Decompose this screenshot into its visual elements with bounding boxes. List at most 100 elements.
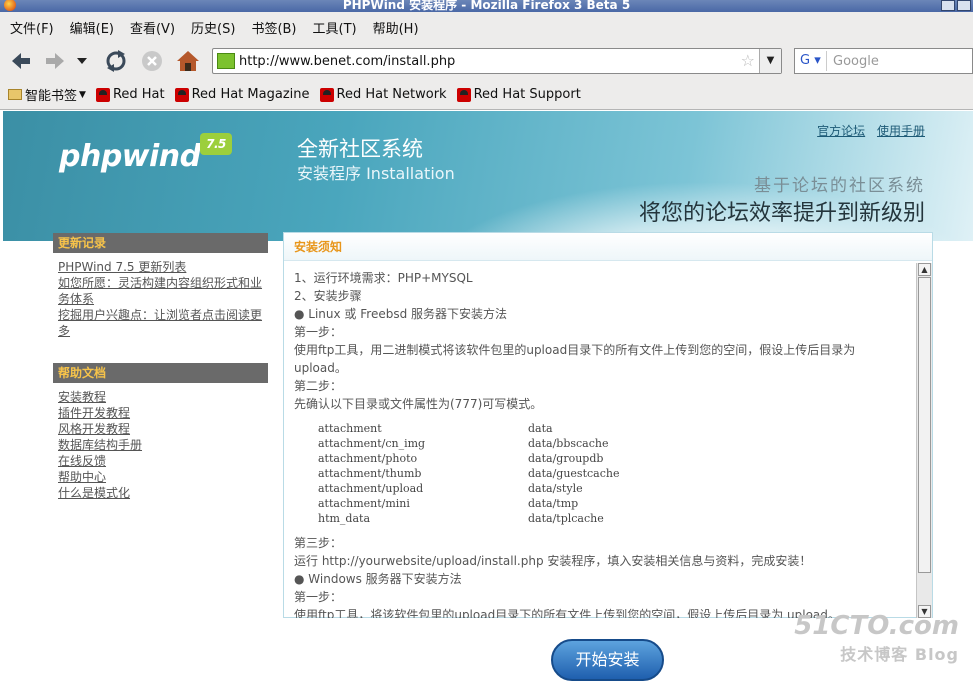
- menu-view[interactable]: 查看(V): [130, 18, 175, 37]
- update-link[interactable]: PHPWind 7.5 更新列表: [58, 260, 186, 274]
- notice-line: ● Windows 服务器下安装方法: [294, 572, 462, 586]
- banner-title: 全新社区系统: [297, 137, 423, 161]
- install-notice-text[interactable]: 1、运行环境需求：PHP+MYSQL 2、安装步骤 ● Linux 或 Free…: [284, 263, 916, 618]
- user-manual-link[interactable]: 使用手册: [877, 124, 925, 138]
- notice-line: 运行 http://yourwebsite/upload/install.php…: [294, 554, 812, 568]
- help-link[interactable]: 插件开发教程: [58, 406, 130, 420]
- notice-line: upload。: [294, 361, 347, 375]
- table-row: attachment/thumb data/guestcache: [318, 467, 620, 480]
- list-item: 安装教程: [58, 389, 268, 405]
- reload-button[interactable]: [103, 48, 129, 74]
- table-row: attachment/photo data/groupdb: [318, 452, 604, 465]
- table-row: attachment/mini data/tmp: [318, 497, 579, 510]
- menu-file[interactable]: 文件(F): [10, 18, 54, 37]
- bookmark-smart[interactable]: 智能书签 ▼: [8, 85, 86, 104]
- red-hat-icon: [319, 87, 334, 102]
- update-link[interactable]: 如您所愿：灵活构建内容组织形式和业务体系: [58, 276, 262, 306]
- banner-slogan-small: 基于论坛的社区系统: [754, 176, 925, 196]
- site-identity-icon[interactable]: [217, 53, 235, 69]
- bookmark-red-hat-support[interactable]: Red Hat Support: [456, 87, 581, 102]
- help-link[interactable]: 安装教程: [58, 390, 106, 404]
- search-engine-selector[interactable]: G ▾: [797, 51, 827, 71]
- scrollbar-thumb[interactable]: [918, 277, 931, 573]
- list-item: 在线反馈: [58, 453, 268, 469]
- bookmark-label: Red Hat Magazine: [191, 87, 310, 102]
- back-button[interactable]: [8, 48, 34, 74]
- notice-line: 1、运行环境需求：PHP+MYSQL: [294, 271, 473, 285]
- menu-edit[interactable]: 编辑(E): [70, 18, 114, 37]
- menu-help[interactable]: 帮助(H): [373, 18, 419, 37]
- bookmark-red-hat[interactable]: Red Hat: [95, 87, 165, 102]
- red-hat-icon: [174, 87, 189, 102]
- watermark: 51CTO.com 技术博客 Blog: [794, 611, 959, 664]
- help-link[interactable]: 在线反馈: [58, 454, 106, 468]
- menu-history[interactable]: 历史(S): [191, 18, 235, 37]
- help-link[interactable]: 风格开发教程: [58, 422, 130, 436]
- bookmark-label: Red Hat: [112, 87, 165, 102]
- forward-arrow-icon: [46, 53, 64, 69]
- menu-bar: 文件(F) 编辑(E) 查看(V) 历史(S) 书签(B) 工具(T) 帮助(H…: [0, 12, 973, 42]
- notice-line: 2、安装步骤: [294, 289, 362, 303]
- list-item: 挖掘用户兴趣点：让浏览者点击阅读更多: [58, 307, 268, 339]
- scroll-up-arrow-icon[interactable]: ▲: [918, 263, 931, 276]
- bookmark-label: 智能书签: [25, 89, 78, 104]
- search-input[interactable]: [833, 52, 968, 70]
- menu-tools[interactable]: 工具(T): [313, 18, 357, 37]
- bookmarks-toolbar: 智能书签 ▼ Red Hat Red Hat Magazine Red Hat N…: [0, 80, 973, 110]
- start-install-button[interactable]: 开始安装: [551, 639, 664, 681]
- install-notice-title: 安装须知: [284, 233, 932, 261]
- chevron-down-icon: [77, 58, 87, 64]
- notice-line: 第二步：: [294, 379, 343, 393]
- chevron-down-icon: ▼: [79, 89, 86, 100]
- notice-line: 第一步：: [294, 590, 343, 604]
- bookmark-label: Red Hat Support: [473, 87, 581, 102]
- url-bar[interactable]: ☆ ▼: [212, 48, 782, 74]
- help-link[interactable]: 帮助中心: [58, 470, 106, 484]
- notice-line: 第一步：: [294, 325, 343, 339]
- table-row: attachment data: [318, 422, 553, 435]
- official-forum-link[interactable]: 官方论坛: [817, 124, 865, 138]
- maximize-button[interactable]: [957, 0, 971, 11]
- bookmark-star-icon[interactable]: ☆: [741, 52, 755, 70]
- update-link[interactable]: 挖掘用户兴趣点：让浏览者点击阅读更多: [58, 308, 262, 338]
- sidebar-updates: 更新记录 PHPWind 7.5 更新列表 如您所愿：灵活构建内容组织形式和业务…: [53, 233, 268, 339]
- back-arrow-icon: [12, 53, 30, 69]
- banner-subtitle: 安装程序 Installation: [297, 164, 455, 183]
- sidebar-updates-title: 更新记录: [53, 233, 268, 253]
- home-button[interactable]: [175, 48, 201, 74]
- stop-icon: [142, 51, 162, 71]
- search-box[interactable]: G ▾: [794, 48, 973, 74]
- writable-dirs-table: attachment data attachment/cn_img data/bbs…: [318, 421, 738, 526]
- notice-line: 使用ftp工具，用二进制模式将该软件包里的upload目录下的所有文件上传到您的…: [294, 343, 856, 357]
- install-notice-panel: 安装须知 1、运行环境需求：PHP+MYSQL 2、安装步骤 ● Linux 或…: [283, 232, 933, 618]
- menu-bookmarks[interactable]: 书签(B): [251, 18, 296, 37]
- help-link[interactable]: 什么是模式化: [58, 486, 130, 500]
- list-item: 插件开发教程: [58, 405, 268, 421]
- bookmark-red-hat-network[interactable]: Red Hat Network: [319, 87, 447, 102]
- forward-button[interactable]: [42, 48, 68, 74]
- url-history-dropdown[interactable]: ▼: [759, 49, 781, 73]
- url-input[interactable]: [239, 52, 729, 70]
- list-item: 风格开发教程: [58, 421, 268, 437]
- google-icon: G: [800, 53, 811, 68]
- reload-icon: [106, 50, 126, 72]
- page-content: phpwind 7.5 全新社区系统 安装程序 Installation 官方论…: [3, 111, 973, 682]
- folder-icon: [8, 89, 22, 100]
- bookmark-red-hat-magazine[interactable]: Red Hat Magazine: [174, 87, 310, 102]
- minimize-button[interactable]: [941, 0, 955, 11]
- notice-scrollbar[interactable]: ▲ ▼: [916, 263, 932, 618]
- list-item: 什么是模式化: [58, 485, 268, 501]
- table-row: attachment/cn_img data/bbscache: [318, 437, 609, 450]
- stop-button[interactable]: [139, 48, 165, 74]
- history-dropdown-button[interactable]: [74, 48, 90, 74]
- sidebar-help-title: 帮助文档: [53, 363, 268, 383]
- home-icon: [177, 51, 199, 71]
- notice-line: 先确认以下目录或文件属性为(777)可写模式。: [294, 397, 543, 411]
- notice-line: 第三步：: [294, 536, 343, 550]
- banner-slogan-large: 将您的论坛效率提升到新级别: [638, 201, 925, 226]
- list-item: 帮助中心: [58, 469, 268, 485]
- help-link[interactable]: 数据库结构手册: [58, 438, 142, 452]
- phpwind-logo: phpwind 7.5: [59, 133, 232, 174]
- table-row: htm_data data/tplcache: [318, 512, 604, 525]
- window-titlebar: PHPWind 安装程序 - Mozilla Firefox 3 Beta 5: [0, 0, 973, 12]
